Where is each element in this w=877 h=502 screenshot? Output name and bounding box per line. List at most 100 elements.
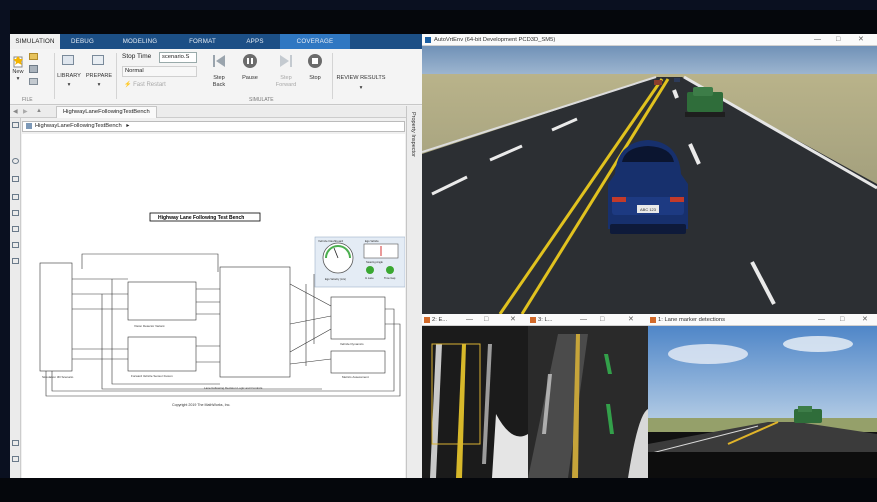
property-inspector-label: Property Inspector xyxy=(410,112,416,157)
distant-car-2 xyxy=(674,78,680,82)
simulation-mode-value: Normal xyxy=(125,68,144,74)
breadcrumb-label: HighwayLaneFollowingTestBench xyxy=(35,123,122,129)
minimize-button[interactable]: — xyxy=(814,34,821,46)
stop-time-input[interactable]: scenario.S xyxy=(159,52,197,63)
save-icon[interactable] xyxy=(29,65,38,73)
panel-lane-maximize-button[interactable]: □ xyxy=(840,314,844,326)
maximize-button[interactable]: □ xyxy=(836,34,840,46)
model-data-icon[interactable] xyxy=(12,440,19,446)
simulation-mode-select[interactable]: Normal xyxy=(122,66,197,77)
panel-lane-close-button[interactable]: ✕ xyxy=(862,314,868,326)
property-inspector-tab[interactable]: Property Inspector xyxy=(406,106,422,478)
pause-icon[interactable] xyxy=(243,54,257,68)
tab-format[interactable]: FORMAT xyxy=(175,34,230,49)
signal-table-icon[interactable] xyxy=(12,456,19,462)
pause-button[interactable]: Pause xyxy=(238,75,262,82)
tab-debug[interactable]: DEBUG xyxy=(60,34,105,49)
panel-lane-minimize-button[interactable]: — xyxy=(818,314,825,326)
in-lane-label: In Lane xyxy=(365,276,374,280)
model-canvas[interactable]: Simulation 3D Scenario Vision Detector V… xyxy=(22,134,406,478)
panel-birdseye: 3: L... — □ ✕ xyxy=(528,314,648,478)
model-tab[interactable]: HighwayLaneFollowingTestBench xyxy=(56,106,157,118)
new-dropdown-icon[interactable]: ▾ xyxy=(11,76,25,83)
ribbon-tabs: SIMULATION DEBUG MODELING FORMAT APPS CO… xyxy=(10,34,422,49)
up-arrow-icon[interactable]: ▲ xyxy=(36,108,42,114)
scenario-block-label: Simulation 3D Scenario xyxy=(42,375,74,379)
license-plate: ABC 123 xyxy=(640,207,657,212)
ego-velocity-label: Ego Velocity (m/s) xyxy=(325,277,346,281)
panel-birdseye-minimize-button[interactable]: — xyxy=(580,314,587,326)
print-icon[interactable] xyxy=(29,78,38,85)
panel-birdseye-maximize-button[interactable]: □ xyxy=(600,314,604,326)
screen-frame: SIMULATION DEBUG MODELING FORMAT APPS CO… xyxy=(0,0,877,502)
canvas-left-toolbar xyxy=(10,118,21,478)
library-dropdown-icon[interactable]: ▾ xyxy=(57,82,81,89)
library-button[interactable]: LIBRARY xyxy=(57,73,81,80)
tab-modeling[interactable]: MODELING xyxy=(105,34,175,49)
simulink-window: SIMULATION DEBUG MODELING FORMAT APPS CO… xyxy=(10,34,422,478)
tab-apps[interactable]: APPS xyxy=(230,34,280,49)
stop-time-label: Stop Time xyxy=(122,53,152,60)
matlab-figure-icon xyxy=(530,317,536,323)
back-arrow-icon[interactable]: ◀ xyxy=(13,108,18,115)
step-back-icon[interactable] xyxy=(211,54,227,68)
model-icon xyxy=(26,123,32,129)
vehicle-dynamics-block xyxy=(330,296,386,340)
time-gap-label: Time Gap xyxy=(384,276,396,280)
stop-button[interactable]: Stop xyxy=(304,75,326,82)
prepare-dropdown-icon[interactable]: ▾ xyxy=(85,82,113,89)
prepare-icon[interactable] xyxy=(92,55,104,65)
lane-marker-image[interactable] xyxy=(648,314,877,478)
tab-coverage[interactable]: COVERAGE xyxy=(280,34,350,49)
time-gap-lamp xyxy=(386,266,394,274)
vehicle-block-label: Vehicle Dynamics xyxy=(340,342,364,346)
panel-birdseye-close-button[interactable]: ✕ xyxy=(628,314,634,326)
forward-arrow-icon[interactable]: ▶ xyxy=(23,108,28,115)
ego-view-image[interactable] xyxy=(422,314,528,478)
new-button[interactable]: New xyxy=(11,69,25,76)
zoom-icon[interactable] xyxy=(12,158,19,164)
fast-restart-toggle[interactable]: ⚡ Fast Restart xyxy=(124,81,166,88)
checkbox-tool-icon[interactable] xyxy=(12,258,19,264)
step-forward-button[interactable]: Step Forward xyxy=(272,75,300,89)
step-back-button[interactable]: Step Back xyxy=(207,75,231,89)
fit-view-icon[interactable] xyxy=(12,176,19,182)
controller-block xyxy=(219,266,291,378)
panel-ego-title: 2: E... xyxy=(432,317,448,323)
sim3d-scene[interactable]: ABC 123 xyxy=(422,34,877,314)
review-results-dropdown-icon[interactable]: ▾ xyxy=(335,85,387,92)
area-tool-icon[interactable] xyxy=(12,242,19,248)
sim3d-title: AutoVrtEnv (64-bit Development PCD3D_SM5… xyxy=(434,37,556,43)
file-section-label: FILE xyxy=(22,97,33,103)
sim3d-window: ABC 123 AutoVrtEnv (64-bit Development P… xyxy=(422,34,877,314)
step-forward-icon[interactable] xyxy=(278,54,294,68)
fast-restart-label: Fast Restart xyxy=(133,82,166,88)
review-results-button[interactable]: REVIEW RESULTS xyxy=(335,75,387,82)
panel-lane-marker-title: 1: Lane marker detections xyxy=(658,317,726,323)
model-tab-bar: ◀ ▶ ▲ HighwayLaneFollowingTestBench xyxy=(10,106,422,118)
panel-birdseye-title: 3: L... xyxy=(538,317,553,323)
panel-ego-minimize-button[interactable]: — xyxy=(466,314,473,326)
top-black-bar xyxy=(10,10,877,34)
prepare-button[interactable]: PREPARE xyxy=(85,73,113,80)
new-icon[interactable] xyxy=(13,55,23,68)
divider xyxy=(116,53,117,99)
birdseye-image[interactable] xyxy=(528,314,648,478)
stop-icon[interactable] xyxy=(308,54,322,68)
image-tool-icon[interactable] xyxy=(12,226,19,232)
annotation-icon[interactable] xyxy=(12,210,19,216)
arrow-tool-icon[interactable] xyxy=(12,194,19,200)
distant-car-1 xyxy=(654,80,662,85)
breadcrumb-arrow-icon[interactable]: ▸ xyxy=(126,123,129,129)
tab-simulation[interactable]: SIMULATION xyxy=(10,34,60,49)
dashboard-title: Vehicle Dashboard xyxy=(318,239,344,243)
library-icon[interactable] xyxy=(62,55,74,65)
panel-ego-close-button[interactable]: ✕ xyxy=(510,314,516,326)
close-button[interactable]: ✕ xyxy=(858,34,864,46)
controller-block-label: Lane Following Decision Logic and Contro… xyxy=(204,386,263,390)
panel-ego-maximize-button[interactable]: □ xyxy=(484,314,488,326)
open-icon[interactable] xyxy=(29,53,38,60)
unreal-app-icon xyxy=(425,37,431,43)
hide-browser-icon[interactable] xyxy=(12,122,19,128)
breadcrumb[interactable]: HighwayLaneFollowingTestBench ▸ xyxy=(22,121,405,132)
